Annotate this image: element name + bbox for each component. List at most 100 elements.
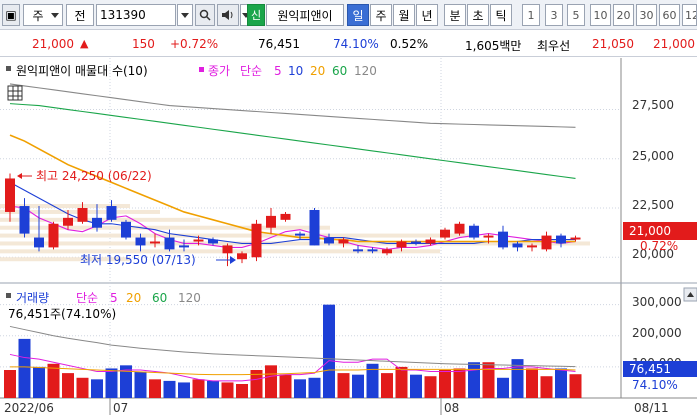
grid-toggle-icon[interactable] (7, 85, 23, 101)
volume-bar (352, 374, 364, 398)
candle-body (541, 235, 552, 250)
candle-body (5, 178, 15, 212)
volume-bar (526, 368, 538, 398)
candle-body (498, 231, 508, 248)
candle-body (63, 217, 73, 226)
price-volume-chart[interactable]: 원익피앤이 매물대 수(10) 종가 단순 5 10 20 60 120 최고 … (0, 58, 697, 415)
stock-code-input[interactable]: 131390 (96, 4, 176, 26)
speaker-icon[interactable] (217, 4, 239, 26)
interval-label: 30 (639, 8, 654, 22)
candle-body (34, 237, 44, 248)
volume-legend-ma5: 5 (110, 291, 118, 305)
timeframe-year-button[interactable]: 년 (416, 4, 438, 26)
interval-label: 60 (662, 8, 677, 22)
volume-bar (163, 380, 176, 398)
candle-body (570, 237, 581, 240)
candle-body (193, 239, 204, 242)
legend-ma5: 5 (274, 64, 282, 78)
interval-3-button[interactable]: 3 (545, 4, 563, 26)
high-annotation-text: 최고 24,250 (06/22) (36, 169, 152, 183)
volume-bar (308, 377, 321, 398)
timeframe-day-button[interactable]: 일 (347, 4, 369, 26)
volume-legend-ma20: 20 (126, 291, 141, 305)
volume-bar (294, 379, 306, 398)
volume-bar (540, 376, 553, 398)
stock-name-box[interactable]: 원익피앤이 (266, 4, 344, 26)
interval-20-button[interactable]: 20 (613, 4, 634, 26)
candle-body (382, 249, 392, 254)
volume-bar (439, 370, 451, 398)
volume-bar (47, 363, 60, 398)
shin-badge[interactable]: 신 (247, 4, 265, 26)
timeframe-month-button[interactable]: 월 (393, 4, 415, 26)
interval-label: 3 (550, 8, 558, 22)
volume-bar (149, 379, 161, 398)
volume-bar (424, 376, 437, 398)
interval-label: 12 (685, 8, 696, 22)
volume-tick: 200,000 (632, 326, 682, 340)
volume-bar (76, 377, 89, 398)
interval-60-button[interactable]: 60 (659, 4, 680, 26)
interval-10-button[interactable]: 10 (590, 4, 611, 26)
volume-bar (105, 368, 118, 398)
code-dropdown-button[interactable] (177, 4, 193, 26)
volume-profile-bar (0, 233, 480, 238)
timeframe-tick-button[interactable]: 틱 (490, 4, 512, 26)
candle-body (338, 239, 349, 244)
candle-body (150, 241, 160, 244)
candle-body (208, 239, 218, 244)
best-bid-price: 21,000 (653, 37, 695, 51)
timeframe-second-button[interactable]: 초 (467, 4, 489, 26)
legend-marker (199, 67, 204, 72)
interval-1-button[interactable]: 1 (522, 4, 540, 26)
candle-body (19, 206, 30, 234)
volume-bar (381, 373, 393, 398)
x-label: 2022/06 (4, 401, 54, 415)
candle-body (309, 209, 320, 246)
interval-label: 20 (616, 8, 631, 22)
volume-bar (265, 365, 277, 398)
best-ask-label: 최우선 (537, 39, 571, 53)
volume-value: 76,451 (258, 37, 300, 51)
candle-body (527, 245, 537, 248)
candle-body (121, 221, 131, 238)
interval-label: 10 (593, 8, 608, 22)
current-price-tag-pct: 0.72% (640, 239, 678, 253)
period-label: 주 (32, 8, 44, 23)
current-volume-tag-label: 76,451 (629, 362, 671, 376)
volume-bar (497, 377, 509, 398)
interval-5-button[interactable]: 5 (567, 4, 585, 26)
menu-toggle-icon[interactable]: ▣ (2, 4, 20, 26)
legend-ma120: 120 (354, 64, 377, 78)
volume-bar (221, 382, 234, 398)
timeframe-label: 틱 (495, 8, 507, 23)
volume-bar (395, 366, 408, 398)
jeon-button[interactable]: 전 (66, 4, 94, 26)
stock-code-value: 131390 (100, 8, 146, 22)
candle-body (483, 235, 494, 238)
legend-type: 단순 (240, 64, 262, 78)
candle-body (411, 241, 421, 244)
price-tick: 22,500 (632, 198, 674, 212)
price-tick: 25,000 (632, 149, 674, 163)
search-icon[interactable] (195, 4, 215, 26)
scroll-up-icon[interactable] (683, 287, 697, 302)
toolbar: ▣ 주 전 131390 신 원익피앤이 일 주 월 년 분 초 틱 1 3 5… (0, 0, 697, 30)
volume-legend-ma60: 60 (152, 291, 167, 305)
volume-bar (323, 304, 335, 398)
candle-body (251, 223, 262, 258)
candle-body (556, 235, 566, 244)
price-change: 150 (132, 37, 155, 51)
candle-body (295, 233, 305, 236)
volume-bar (18, 338, 31, 398)
interval-30-button[interactable]: 30 (636, 4, 657, 26)
high-annotation: 최고 24,250 (06/22) (17, 169, 152, 183)
volume-bar (4, 370, 16, 398)
interval-120-button[interactable]: 12 (682, 4, 697, 26)
volume-current-label: 76,451주(74.10%) (8, 307, 116, 321)
timeframe-minute-button[interactable]: 분 (444, 4, 466, 26)
volume-legend-ma120: 120 (178, 291, 201, 305)
period-select[interactable]: 주 (23, 4, 63, 26)
timeframe-week-button[interactable]: 주 (370, 4, 392, 26)
shin-label: 신 (250, 9, 262, 22)
